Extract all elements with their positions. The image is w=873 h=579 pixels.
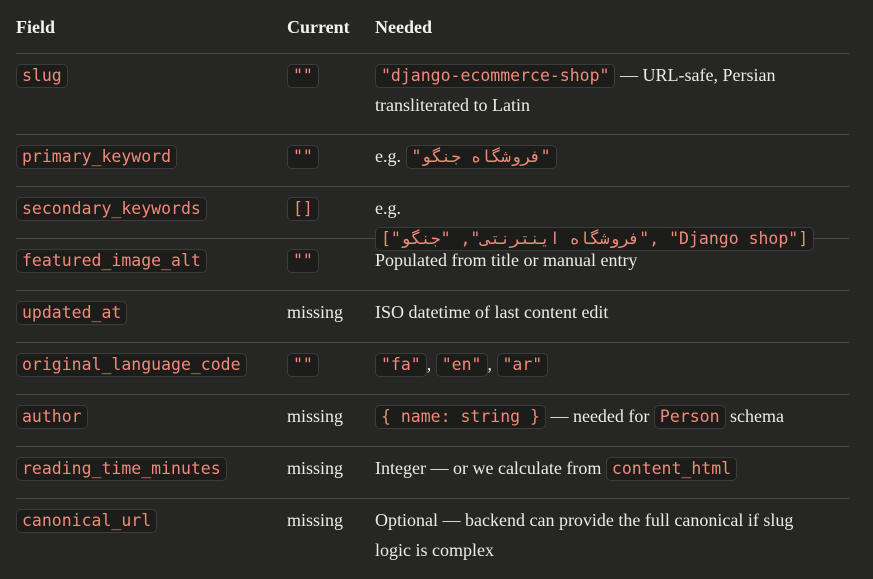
table-row: canonical_url missing Optional — backend… [16, 499, 849, 579]
table-row: slug "" "django-ecommerce-shop" — URL-sa… [16, 54, 849, 135]
table-row: featured_image_alt "" Populated from tit… [16, 239, 849, 291]
needed-prefix: e.g. [375, 198, 401, 218]
field-name: author [16, 405, 88, 429]
table-row: reading_time_minutes missing Integer — o… [16, 447, 849, 499]
field-name: canonical_url [16, 509, 158, 533]
needed-cell: "fa", "en", "ar" [375, 350, 849, 380]
table-row: secondary_keywords [] e.g. ["فروشگاه این… [16, 187, 849, 251]
needed-text: ISO datetime of last content edit [375, 302, 609, 322]
needed-code-2: Person [653, 405, 726, 429]
current-value: missing [287, 510, 344, 530]
field-name: updated_at [16, 301, 128, 325]
table-row: updated_at missing ISO datetime of last … [16, 291, 849, 343]
current-value: missing [287, 406, 344, 426]
needed-code: "فروشگاه جنگو" [405, 145, 557, 169]
current-value: missing [287, 302, 344, 322]
current-value: missing [287, 458, 344, 478]
current-value: "" [287, 145, 319, 169]
current-value: "" [287, 64, 319, 88]
needed-prefix: e.g. [375, 146, 406, 166]
field-name: secondary_keywords [16, 197, 207, 221]
current-value: [] [287, 197, 319, 221]
needed-code: { name: string } [375, 405, 546, 429]
needed-cell: { name: string } — needed for Person sch… [375, 402, 849, 432]
field-name: primary_keyword [16, 145, 178, 169]
field-name: reading_time_minutes [16, 457, 227, 481]
table-row: primary_keyword "" e.g. "فروشگاه جنگو" [16, 135, 849, 187]
needed-code-fa: "fa" [375, 353, 427, 377]
needed-cell: Populated from title or manual entry [375, 246, 849, 276]
needed-code: "django-ecommerce-shop" [375, 64, 616, 88]
needed-text: Populated from title or manual entry [375, 250, 638, 270]
current-value: "" [287, 353, 319, 377]
field-name: slug [16, 64, 68, 88]
current-value: "" [287, 249, 319, 273]
needed-cell: "django-ecommerce-shop" — URL-safe, Pers… [375, 61, 849, 120]
needed-cell: e.g. "فروشگاه جنگو" [375, 142, 849, 172]
header-field: Field [16, 16, 55, 37]
needed-text: Integer — or we calculate from [375, 458, 606, 478]
needed-cell: ISO datetime of last content edit [375, 298, 849, 328]
needed-suffix: schema [725, 406, 785, 426]
needed-code-en: "en" [435, 353, 488, 377]
needed-cell: Optional — backend can provide the full … [375, 506, 849, 565]
field-name: featured_image_alt [16, 249, 207, 273]
field-name: original_language_code [16, 353, 247, 377]
header-needed: Needed [375, 16, 432, 37]
needed-code: content_html [605, 457, 738, 481]
needed-text: Optional — backend can provide the full … [375, 510, 794, 560]
table-row: original_language_code "" "fa", "en", "a… [16, 343, 849, 395]
needed-code-ar: "ar" [496, 353, 549, 377]
needed-sep: , [426, 354, 436, 374]
needed-sep: , [487, 354, 497, 374]
table-header: Field Current Needed [16, 0, 849, 54]
needed-cell: e.g. ["فروشگاه اینترنتی", "جنگو", "Djang… [375, 194, 849, 253]
needed-mid: — needed for [545, 406, 654, 426]
table-row: author missing { name: string } — needed… [16, 395, 849, 447]
needed-cell: Integer — or we calculate from content_h… [375, 454, 849, 484]
header-current: Current [287, 16, 350, 37]
fields-table: Field Current Needed slug "" "django-eco… [16, 0, 849, 579]
